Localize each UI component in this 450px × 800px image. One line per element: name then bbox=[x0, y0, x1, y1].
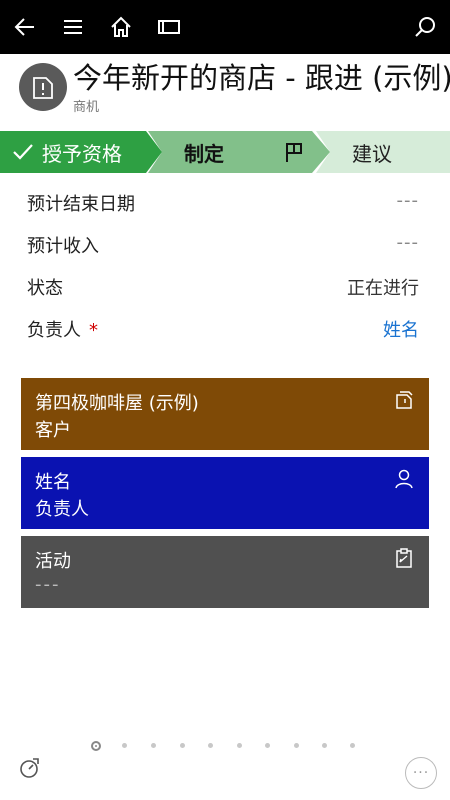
hamburger-menu-icon[interactable] bbox=[56, 10, 90, 44]
field-value[interactable]: 正在进行 bbox=[347, 274, 419, 300]
account-icon bbox=[395, 390, 413, 414]
field-estimated-revenue[interactable]: 预计收入 --- bbox=[0, 224, 450, 266]
page-indicator bbox=[0, 740, 450, 752]
back-arrow-icon[interactable] bbox=[8, 10, 42, 44]
tile-subtitle: 负责人 bbox=[35, 499, 89, 520]
field-label: 状态 bbox=[27, 278, 63, 299]
page-dot[interactable] bbox=[350, 743, 355, 748]
stage-propose[interactable]: 建议 bbox=[316, 131, 450, 173]
page-dot[interactable] bbox=[322, 743, 327, 748]
field-status[interactable]: 状态 正在进行 bbox=[0, 266, 450, 308]
stage-label: 授予资格 bbox=[42, 141, 122, 166]
stage-qualify[interactable]: 授予资格 bbox=[0, 131, 162, 173]
field-owner[interactable]: 负责人 * 姓名 bbox=[0, 308, 450, 350]
page-title: 今年新开的商店 - 跟进 (示例) bbox=[73, 61, 450, 95]
field-estimated-close-date[interactable]: 预计结束日期 --- bbox=[0, 182, 450, 224]
field-value[interactable]: --- bbox=[397, 190, 420, 211]
checkmark-icon bbox=[12, 143, 34, 161]
field-label: 负责人 * bbox=[27, 316, 98, 342]
page-dot[interactable] bbox=[122, 743, 127, 748]
page-dot[interactable] bbox=[151, 743, 156, 748]
tile-subtitle: --- bbox=[35, 574, 61, 595]
opportunity-document-icon bbox=[19, 63, 67, 111]
owner-link[interactable]: 姓名 bbox=[383, 316, 419, 342]
field-value[interactable]: --- bbox=[397, 232, 420, 253]
page-dot[interactable] bbox=[294, 743, 299, 748]
clipboard-icon bbox=[395, 548, 413, 572]
required-asterisk: * bbox=[89, 320, 98, 341]
window-icon[interactable] bbox=[152, 10, 186, 44]
page-dot[interactable] bbox=[180, 743, 185, 748]
tile-title: 第四极咖啡屋 (示例) bbox=[35, 393, 199, 414]
page-dot[interactable] bbox=[208, 743, 213, 748]
process-timer-icon[interactable] bbox=[18, 756, 42, 780]
page-dot-active[interactable] bbox=[91, 741, 101, 751]
tile-subtitle: 客户 bbox=[35, 420, 71, 441]
top-app-bar bbox=[0, 0, 450, 54]
page-dot[interactable] bbox=[237, 743, 242, 748]
person-icon bbox=[395, 469, 413, 493]
stage-label: 建议 bbox=[352, 141, 392, 166]
owner-label: 负责人 bbox=[27, 320, 81, 341]
tile-owner[interactable]: 姓名 负责人 bbox=[21, 457, 429, 529]
flag-icon[interactable] bbox=[284, 141, 304, 163]
search-icon[interactable] bbox=[408, 10, 442, 44]
more-options-button[interactable]: ··· bbox=[405, 757, 437, 789]
tile-activity[interactable]: 活动 --- bbox=[21, 536, 429, 608]
stage-develop[interactable]: 制定 bbox=[148, 131, 330, 173]
tile-title: 活动 bbox=[35, 551, 71, 572]
field-label: 预计结束日期 bbox=[27, 194, 135, 215]
page-dot[interactable] bbox=[265, 743, 270, 748]
record-header: 今年新开的商店 - 跟进 (示例) 商机 bbox=[0, 54, 450, 128]
tile-title: 姓名 bbox=[35, 472, 71, 493]
home-icon[interactable] bbox=[104, 10, 138, 44]
business-process-bar: 授予资格 制定 建议 bbox=[0, 131, 450, 173]
stage-label: 制定 bbox=[184, 141, 224, 166]
field-list: 预计结束日期 --- 预计收入 --- 状态 正在进行 负责人 * 姓名 bbox=[0, 182, 450, 350]
tile-account[interactable]: 第四极咖啡屋 (示例) 客户 bbox=[21, 378, 429, 450]
field-label: 预计收入 bbox=[27, 236, 99, 257]
entity-type-label: 商机 bbox=[73, 100, 100, 115]
